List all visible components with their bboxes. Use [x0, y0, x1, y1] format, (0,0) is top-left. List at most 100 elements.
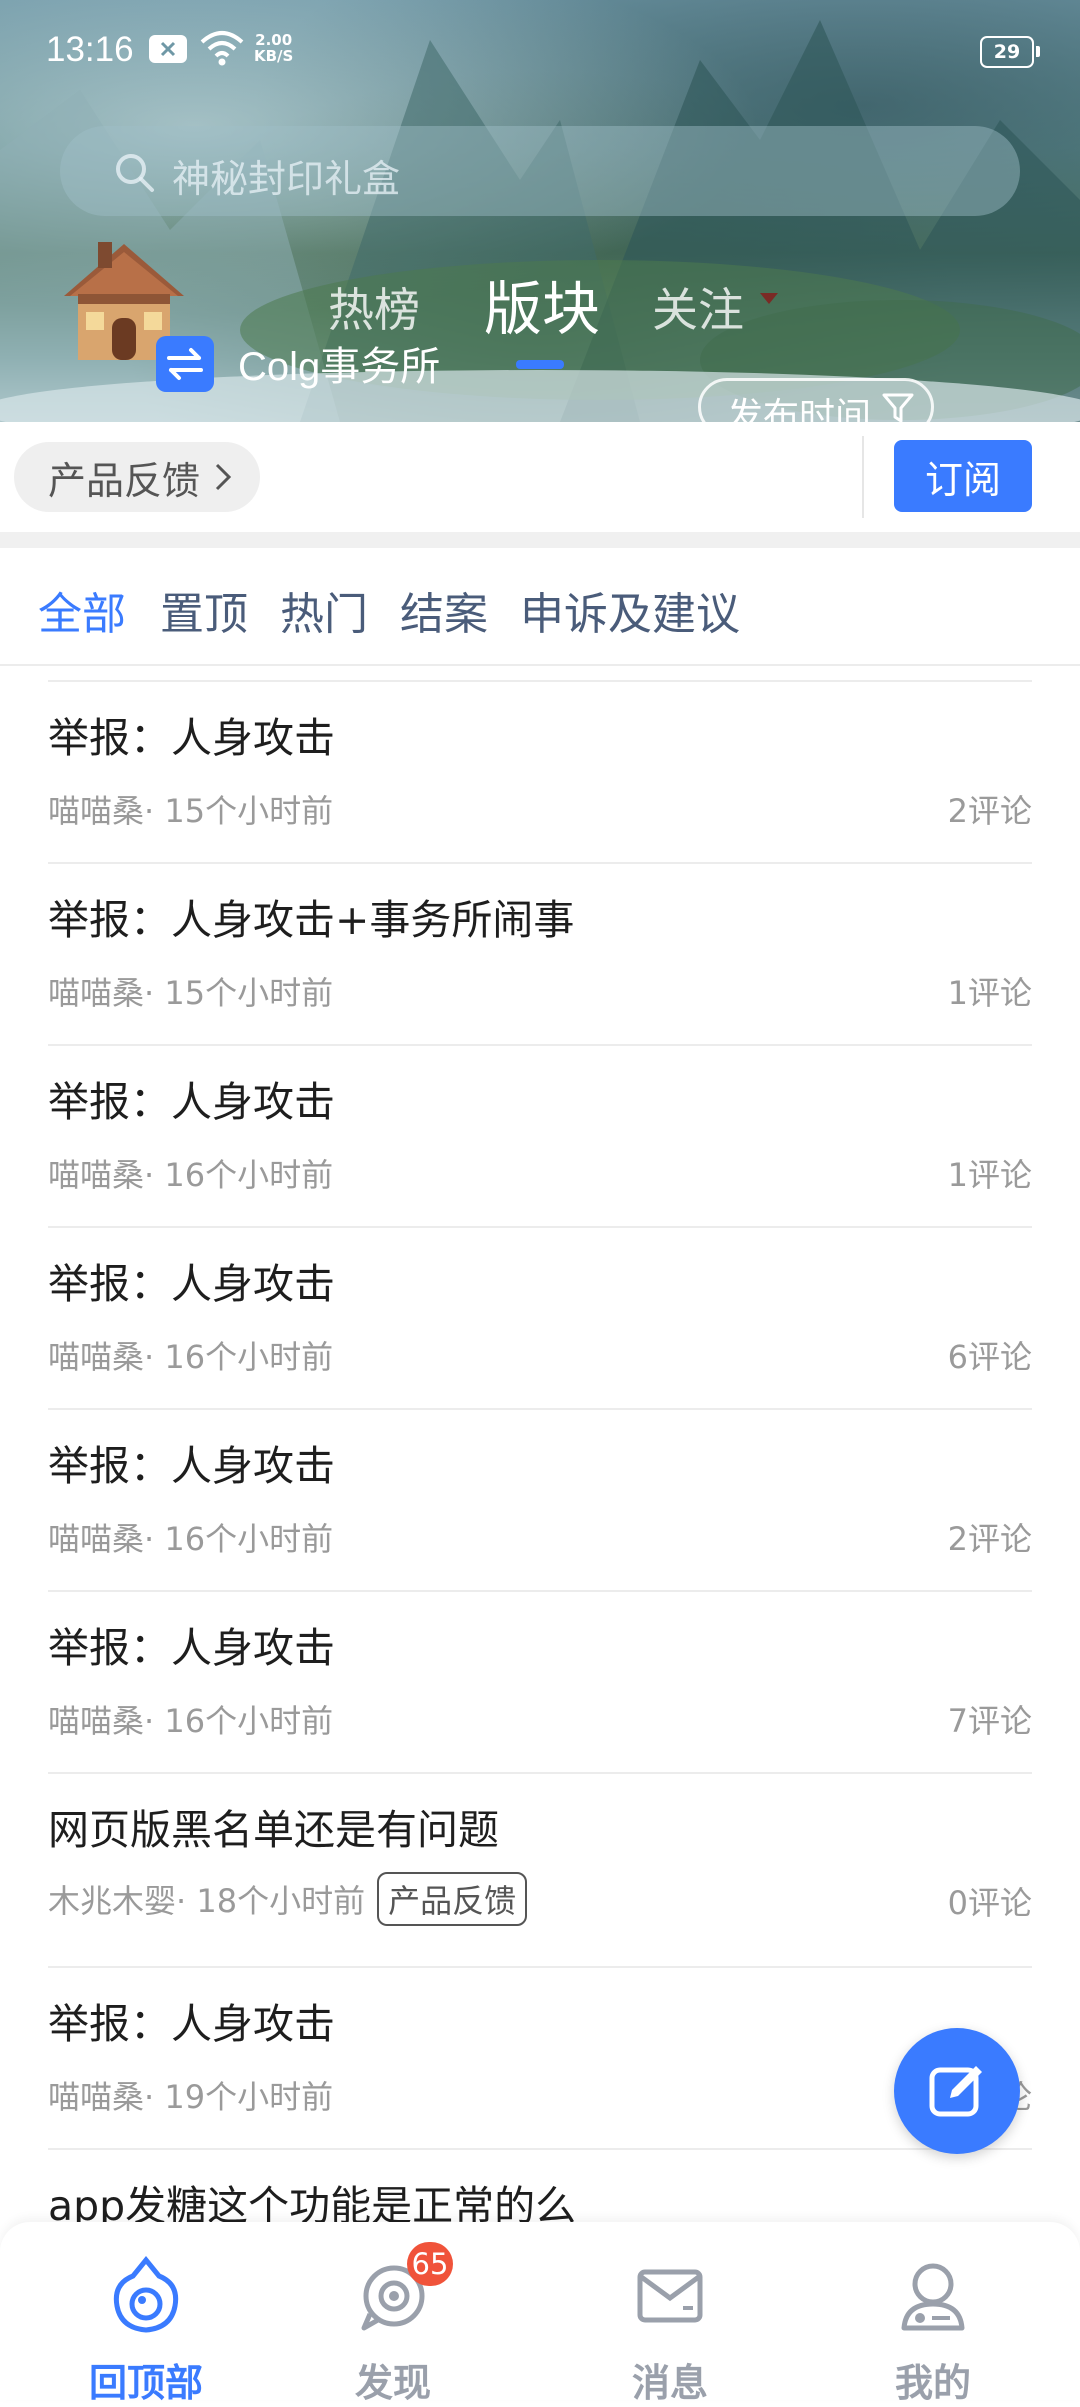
sub-forum-chip[interactable]: 产品反馈 — [14, 442, 261, 512]
nav-label: 消息 — [631, 2361, 708, 2405]
subscribe-button[interactable]: 订阅 — [894, 440, 1032, 512]
post-time: · 16个小时前 — [144, 1702, 334, 1740]
filter-icon — [882, 393, 914, 422]
post-author[interactable]: 喵喵桑 — [48, 786, 144, 832]
post-meta: 喵喵桑 · 16个小时前 — [48, 1150, 333, 1196]
post-item[interactable]: 举报：人身攻击 喵喵桑 · 15个小时前 2评论 — [48, 680, 1032, 862]
post-author[interactable]: 喵喵桑 — [48, 1150, 144, 1196]
mail-icon — [637, 2269, 703, 2323]
status-bar: 13:16 2.00 KB/S 29 — [0, 0, 1080, 110]
post-title: 举报：人身攻击 — [48, 1078, 335, 1126]
profile-icon — [901, 2263, 965, 2331]
post-comment-count: 0评论 — [947, 1884, 1032, 1922]
post-forum-tag[interactable]: 产品反馈 — [377, 1872, 528, 1926]
wifi-icon — [200, 30, 244, 70]
category-tab-pinned[interactable]: 置顶 — [160, 578, 248, 642]
nav-label: 发现 — [354, 2361, 431, 2405]
sort-label: 发布时间 — [727, 396, 872, 422]
post-meta: 喵喵桑 · 15个小时前 — [48, 968, 333, 1014]
post-title: 举报：人身攻击 — [48, 2000, 335, 2048]
post-item[interactable]: 举报：人身攻击 喵喵桑 · 16个小时前 6评论 — [48, 1226, 1032, 1408]
post-meta: 喵喵桑 · 19个小时前 — [48, 2072, 333, 2118]
post-time: · 15个小时前 — [144, 792, 334, 830]
network-speed-value: 2.00 — [255, 31, 293, 49]
post-title: 举报：人身攻击+事务所闹事 — [48, 896, 575, 944]
post-author[interactable]: 喵喵桑 — [48, 1332, 144, 1378]
post-title: app发糖这个功能是正常的么 — [48, 2182, 577, 2222]
forum-name[interactable]: Colg事务所 — [238, 334, 440, 392]
edit-icon — [929, 2066, 982, 2117]
chevron-right-icon — [215, 463, 232, 491]
post-title: 网页版黑名单还是有问题 — [48, 1806, 499, 1854]
post-author[interactable]: 木兆木婴 — [48, 1876, 176, 1922]
post-comment-count: 6评论 — [947, 1338, 1032, 1376]
category-tab-appeal[interactable]: 申诉及建议 — [520, 578, 740, 642]
post-item[interactable]: 举报：人身攻击 喵喵桑 · 16个小时前 1评论 — [48, 1044, 1032, 1226]
forum-header-banner: 13:16 2.00 KB/S 29 神秘封印礼盒 Colg事务所 热榜 版块 … — [0, 0, 1080, 422]
tab-follow[interactable]: 关注 — [652, 274, 744, 340]
category-tab-all[interactable]: 全部 — [38, 578, 126, 642]
tab-hot-list[interactable]: 热榜 — [328, 274, 420, 340]
post-time: · 19个小时前 — [144, 2078, 334, 2116]
post-title: 举报：人身攻击 — [48, 714, 335, 762]
nav-discover[interactable]: 65 发现 — [303, 2236, 483, 2405]
search-bar[interactable]: 神秘封印礼盒 — [60, 126, 1020, 216]
post-author[interactable]: 喵喵桑 — [48, 2072, 144, 2118]
nav-label: 我的 — [894, 2361, 971, 2405]
post-comment-count: 2评论 — [947, 1520, 1032, 1558]
post-time: · 16个小时前 — [144, 1338, 334, 1376]
sub-forum-bar: 产品反馈 订阅 — [0, 422, 1080, 548]
tab-board[interactable]: 版块 — [484, 262, 600, 346]
post-item[interactable]: 网页版黑名单还是有问题 木兆木婴 · 18个小时前 产品反馈 0评论 — [48, 1772, 1032, 1966]
post-comment-count: 1评论 — [947, 1156, 1032, 1194]
post-item[interactable]: 举报：人身攻击+事务所闹事 喵喵桑 · 15个小时前 1评论 — [48, 862, 1032, 1044]
post-item[interactable]: 举报：人身攻击 喵喵桑· 19个小时前 论 — [48, 1966, 1032, 2148]
category-tab-hot[interactable]: 热门 — [280, 578, 368, 642]
discover-badge: 65 — [407, 2242, 453, 2286]
post-meta: 喵喵桑 · 15个小时前 — [48, 786, 333, 832]
search-placeholder: 神秘封印礼盒 — [172, 157, 401, 201]
post-item[interactable]: app发糖这个功能是正常的么 — [48, 2148, 1032, 2222]
post-author[interactable]: 喵喵桑 — [48, 968, 144, 1014]
back-to-top-icon — [113, 2256, 179, 2333]
post-title: 举报：人身攻击 — [48, 1442, 335, 1490]
post-time: · 16个小时前 — [144, 1156, 334, 1194]
divider — [862, 436, 864, 518]
notification-icon — [148, 34, 188, 68]
compose-post-button[interactable] — [894, 2028, 1020, 2154]
post-meta: 喵喵桑 · 16个小时前 — [48, 1332, 333, 1378]
search-icon — [112, 150, 156, 198]
post-author[interactable]: 喵喵桑 — [48, 1696, 144, 1742]
post-time: · 16个小时前 — [144, 1520, 334, 1558]
category-tabs: 全部 置顶 热门 结案 申诉及建议 — [0, 548, 1080, 666]
nav-profile[interactable]: 我的 — [843, 2236, 1023, 2405]
switch-forum-button[interactable] — [156, 336, 214, 392]
post-meta: 喵喵桑 · 16个小时前 — [48, 1514, 333, 1560]
post-meta: 喵喵桑 · 16个小时前 — [48, 1696, 333, 1742]
post-item[interactable]: 举报：人身攻击 喵喵桑 · 16个小时前 2评论 — [48, 1408, 1032, 1590]
status-time: 13:16 — [46, 30, 134, 69]
active-tab-indicator — [516, 360, 564, 369]
nav-label: 回顶部 — [88, 2361, 203, 2405]
post-author[interactable]: 喵喵桑 — [48, 1514, 144, 1560]
sub-forum-chip-label: 产品反馈 — [48, 458, 201, 503]
post-comment-count: 1评论 — [947, 974, 1032, 1012]
network-speed-unit: KB/S — [254, 47, 294, 65]
battery-indicator: 29 — [980, 36, 1040, 68]
post-item[interactable]: 举报：人身攻击 喵喵桑 · 16个小时前 7评论 — [48, 1590, 1032, 1772]
post-time: · 18个小时前 — [176, 1882, 366, 1920]
nav-messages[interactable]: 消息 — [580, 2236, 760, 2405]
post-meta: 木兆木婴 · 18个小时前 产品反馈 — [48, 1872, 528, 1926]
post-title: 举报：人身攻击 — [48, 1260, 335, 1308]
network-speed: 2.00 KB/S — [254, 32, 293, 64]
nav-back-to-top[interactable]: 回顶部 — [56, 2236, 236, 2405]
post-time: · 15个小时前 — [144, 974, 334, 1012]
sort-by-publish-time-button[interactable]: 发布时间 — [698, 378, 934, 422]
post-title: 举报：人身攻击 — [48, 1624, 335, 1672]
post-comment-count: 2评论 — [947, 792, 1032, 830]
follow-dropdown-icon[interactable] — [760, 293, 778, 304]
post-comment-count: 7评论 — [947, 1702, 1032, 1740]
category-tab-closed[interactable]: 结案 — [400, 578, 488, 642]
swap-arrows-icon — [167, 348, 203, 380]
bottom-navigation: 回顶部 65 发现 消息 我的 — [0, 2222, 1080, 2405]
